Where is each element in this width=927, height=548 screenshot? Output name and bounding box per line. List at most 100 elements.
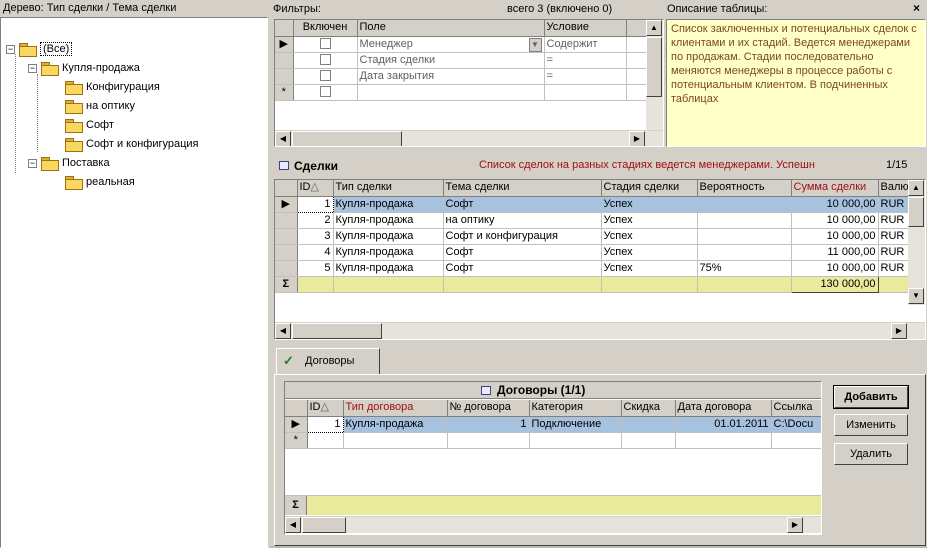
column-header-deal-stage[interactable]: Стадия сделки: [601, 180, 698, 197]
scroll-up-icon[interactable]: ▲: [646, 20, 662, 36]
cell-deal-stage[interactable]: Успех: [601, 260, 698, 277]
cell-probability[interactable]: [697, 212, 792, 229]
column-header-id[interactable]: ID△: [307, 400, 344, 417]
filter-new-row[interactable]: *: [275, 84, 648, 101]
column-header-deal-type[interactable]: Тип сделки: [333, 180, 444, 197]
column-header-contract-number[interactable]: № договора: [447, 400, 530, 417]
cell-deal-sum[interactable]: 10 000,00: [791, 228, 879, 245]
table-row[interactable]: 3 Купля-продажа Софт и конфигурация Успе…: [275, 228, 911, 245]
cell-currency[interactable]: RUR: [878, 228, 911, 245]
cell-deal-stage[interactable]: Успех: [601, 196, 698, 213]
scroll-left-icon[interactable]: ◀: [285, 517, 301, 533]
scroll-thumb[interactable]: [646, 37, 662, 97]
column-header-contract-type[interactable]: Тип договора: [343, 400, 448, 417]
column-header-deal-topic[interactable]: Тема сделки: [443, 180, 602, 197]
cell-id[interactable]: 1: [306, 415, 344, 433]
filters-grid[interactable]: Включен Поле Условие ▶ Менеджер ▼ Содержи…: [274, 19, 664, 147]
table-row[interactable]: ▶ 1 Купля-продажа 1 Подключение 01.01.20…: [285, 415, 821, 433]
cell-id[interactable]: 5: [297, 260, 334, 277]
filter-field[interactable]: Стадия сделки: [357, 52, 545, 69]
table-row[interactable]: 5 Купля-продажа Софт Успех 75% 10 000,00…: [275, 260, 911, 277]
cell-currency[interactable]: RUR: [878, 244, 911, 261]
cell-contract-date[interactable]: 01.01.2011: [675, 416, 772, 433]
cell-deal-topic[interactable]: Софт и конфигурация: [443, 228, 602, 245]
collapse-icon[interactable]: −: [28, 63, 37, 73]
column-header-contract-date[interactable]: Дата договора: [675, 400, 772, 417]
table-row[interactable]: 2 Купля-продажа на оптику Успех 10 000,0…: [275, 212, 911, 229]
tree-node-all[interactable]: − (Все): [6, 40, 73, 58]
cell-deal-topic[interactable]: Софт: [443, 260, 602, 277]
cell-deal-topic[interactable]: Софт: [443, 196, 602, 213]
add-button[interactable]: Добавить: [833, 385, 909, 409]
cell-id[interactable]: 1: [296, 195, 334, 213]
table-row[interactable]: 4 Купля-продажа Софт Успех 11 000,00 RUR: [275, 244, 911, 261]
column-header-discount[interactable]: Скидка: [621, 400, 676, 417]
cell-probability[interactable]: [697, 228, 792, 245]
cell-deal-sum[interactable]: 11 000,00: [791, 244, 879, 261]
filter-condition[interactable]: =: [544, 68, 627, 85]
tab-contracts[interactable]: ✓ Договоры: [276, 348, 380, 374]
cell-probability[interactable]: [697, 196, 792, 213]
column-header-field[interactable]: Поле: [357, 20, 545, 37]
scroll-left-icon[interactable]: ◀: [275, 323, 291, 339]
column-header-currency[interactable]: Валю: [878, 180, 911, 197]
enabled-checkbox[interactable]: [319, 38, 331, 50]
enabled-checkbox[interactable]: [319, 70, 331, 82]
column-header-id[interactable]: ID△: [297, 180, 334, 197]
tree-node-na-optiku[interactable]: на оптику: [65, 97, 135, 115]
filter-row[interactable]: ▶ Менеджер ▼ Содержит: [275, 36, 648, 53]
enabled-checkbox[interactable]: [319, 54, 331, 66]
cell-deal-topic[interactable]: на оптику: [443, 212, 602, 229]
tree-node-kupla-prodazha[interactable]: − Купля-продажа: [28, 59, 140, 77]
tree-node-konfiguratsiya[interactable]: Конфигурация: [65, 78, 160, 96]
enabled-checkbox[interactable]: [319, 86, 331, 98]
column-header-category[interactable]: Категория: [529, 400, 622, 417]
cell-deal-sum[interactable]: 10 000,00: [791, 212, 879, 229]
contracts-grid[interactable]: Договоры (1/1) ID△ Тип договора № догово…: [284, 381, 822, 535]
deals-vertical-scrollbar[interactable]: ▲ ▼: [908, 180, 925, 305]
cell-currency[interactable]: RUR: [878, 212, 911, 229]
tree-node-postavka[interactable]: − Поставка: [28, 154, 110, 172]
cell-deal-stage[interactable]: Успех: [601, 244, 698, 261]
contracts-new-row[interactable]: *: [285, 432, 821, 449]
column-header-link[interactable]: Ссылка: [771, 400, 821, 417]
scroll-thumb[interactable]: [908, 197, 924, 227]
filter-row[interactable]: Стадия сделки =: [275, 52, 648, 69]
tree-node-soft-i-konfiguratsiya[interactable]: Софт и конфигурация: [65, 135, 199, 153]
cell-deal-type[interactable]: Купля-продажа: [333, 196, 444, 213]
filter-field[interactable]: Дата закрытия: [357, 68, 545, 85]
tree-node-realnaya[interactable]: реальная: [65, 173, 135, 191]
scroll-thumb[interactable]: [292, 323, 382, 339]
cell-deal-stage[interactable]: Успех: [601, 212, 698, 229]
cell-contract-number[interactable]: 1: [447, 416, 530, 433]
tree-panel[interactable]: − (Все) − Купля-продажа Конфигурация на оп…: [0, 17, 268, 548]
scroll-left-icon[interactable]: ◀: [275, 131, 291, 146]
cell-deal-stage[interactable]: Успех: [601, 228, 698, 245]
cell-id[interactable]: 2: [297, 212, 334, 229]
scroll-thumb[interactable]: [292, 131, 402, 146]
collapse-icon[interactable]: −: [6, 44, 15, 54]
scroll-right-icon[interactable]: ▶: [629, 131, 645, 146]
cell-probability[interactable]: [697, 244, 792, 261]
cell-id[interactable]: 4: [297, 244, 334, 261]
filter-row[interactable]: Дата закрытия =: [275, 68, 648, 85]
cell-discount[interactable]: [621, 416, 676, 433]
column-header-enabled[interactable]: Включен: [293, 20, 358, 37]
cell-link[interactable]: C:\Docu: [771, 416, 821, 433]
cell-deal-sum[interactable]: 10 000,00: [791, 260, 879, 277]
cell-deal-type[interactable]: Купля-продажа: [333, 228, 444, 245]
cell-deal-topic[interactable]: Софт: [443, 244, 602, 261]
scroll-thumb[interactable]: [302, 517, 346, 533]
filter-condition[interactable]: Содержит: [544, 36, 627, 53]
cell-currency[interactable]: RUR: [878, 260, 911, 277]
column-header-deal-sum[interactable]: Сумма сделки: [791, 180, 879, 197]
cell-probability[interactable]: 75%: [697, 260, 792, 277]
cell-deal-type[interactable]: Купля-продажа: [333, 212, 444, 229]
scroll-up-icon[interactable]: ▲: [908, 180, 924, 196]
close-icon[interactable]: ×: [913, 1, 920, 15]
table-row[interactable]: ▶ 1 Купля-продажа Софт Успех 10 000,00 R…: [275, 195, 911, 213]
filters-vertical-scrollbar[interactable]: ▲: [646, 20, 663, 130]
filters-horizontal-scrollbar[interactable]: ◀ ▶: [275, 130, 663, 146]
cell-currency[interactable]: RUR: [878, 196, 911, 213]
scroll-right-icon[interactable]: ▶: [891, 323, 907, 339]
